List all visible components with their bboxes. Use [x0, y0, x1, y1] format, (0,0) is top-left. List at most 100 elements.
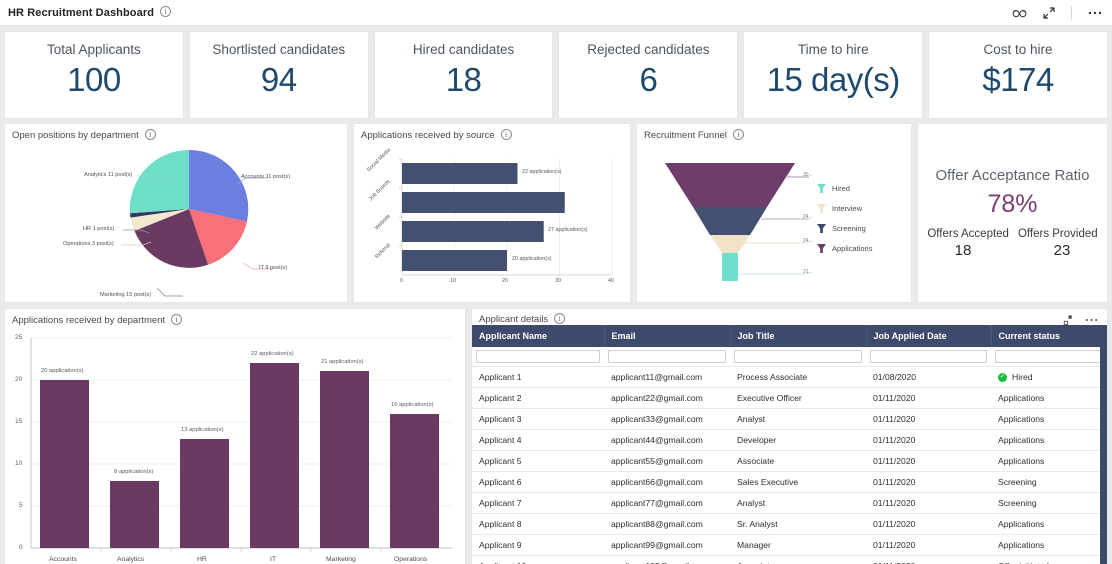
more-options-icon[interactable] [1088, 11, 1102, 15]
cell-job-title: Analyst [730, 493, 866, 514]
legend-item-interview[interactable]: Interview [817, 204, 872, 213]
funnel-tick-interview: 24... [803, 238, 813, 244]
cell-job-applied-date: 01/11/2020 [866, 388, 991, 409]
column-header-job-applied-date[interactable]: Job Applied Date [866, 325, 991, 347]
cell-job-applied-date: 01/11/2020 [866, 472, 991, 493]
panel-applicant-details: Applicant details i Applicant Name Email [471, 308, 1108, 564]
legend-item-applications[interactable]: Applications [817, 244, 872, 253]
hbar-xtick-40: 40 [608, 278, 614, 284]
info-icon[interactable]: i [554, 313, 565, 324]
cell-applicant-name: Applicant 6 [472, 472, 604, 493]
vbar-value-it: 22 application(s) [251, 351, 294, 357]
legend-item-hired[interactable]: Hired [817, 184, 872, 193]
kpi-value: 6 [639, 61, 657, 99]
cell-current-status: Offer initiated [991, 556, 1107, 564]
offer-acceptance-sublabels: Offers Accepted Offers Provided [927, 228, 1097, 240]
cell-email: applicant77@gmail.com [604, 493, 730, 514]
table-row[interactable]: Applicant 2 applicant22@gmail.com Execut… [472, 388, 1107, 409]
panel-title: Open positions by department i [5, 124, 347, 141]
kpi-card-cost-to-hire[interactable]: Cost to hire $174 [928, 31, 1108, 119]
funnel-segment-applications [665, 163, 795, 207]
info-icon[interactable]: i [501, 129, 512, 140]
hbar-social-media [402, 163, 518, 184]
cell-job-title: Process Associate [730, 367, 866, 388]
cell-current-status: Hired [1012, 372, 1033, 382]
column-header-applicant-name[interactable]: Applicant Name [472, 325, 604, 347]
table-row[interactable]: Applicant 9 applicant99@gmail.com Manage… [472, 535, 1107, 556]
cell-job-title: Associate [730, 556, 866, 564]
panel-title-text: Applications received by source [361, 130, 495, 141]
table-vertical-scrollbar[interactable] [1100, 327, 1107, 564]
pie-chart-open-positions[interactable]: Accounts 11 post(s) IT 9 post(s) Marketi… [5, 141, 347, 301]
offer-acceptance-content: Offer Acceptance Ratio 78% Offers Accept… [918, 124, 1107, 302]
cell-job-title: Developer [730, 430, 866, 451]
offer-acceptance-title: Offer Acceptance Ratio [936, 167, 1090, 184]
cell-applicant-name: Applicant 3 [472, 409, 604, 430]
table-row[interactable]: Applicant 8 applicant88@gmail.com Sr. An… [472, 514, 1107, 535]
table-row[interactable]: Applicant 5 applicant55@gmail.com Associ… [472, 451, 1107, 472]
vbar-ytick-10: 10 [15, 460, 22, 467]
kpi-card-shortlisted-candidates[interactable]: Shortlisted candidates 94 [189, 31, 369, 119]
charts-row-1: Open positions by department i [0, 123, 1112, 303]
kpi-card-total-applicants[interactable]: Total Applicants 100 [4, 31, 184, 119]
pie-label-analytics: Analytics 11 post(s) [84, 172, 132, 178]
kpi-value: 94 [261, 61, 297, 99]
cell-applicant-name: Applicant 8 [472, 514, 604, 535]
table-row[interactable]: Applicant 10 applicant105@gmail.com Asso… [472, 556, 1107, 564]
legend-item-screening[interactable]: Screening [817, 224, 872, 233]
focus-mode-icon[interactable] [1012, 8, 1027, 18]
hbar-value-social-media: 22 application(s) [522, 169, 562, 175]
panel-title-text: Applicant details [479, 314, 548, 325]
hbar-referral [402, 250, 507, 271]
filter-input-job-title[interactable] [734, 350, 862, 363]
cell-job-applied-date: 01/11/2020 [866, 514, 991, 535]
info-icon[interactable]: i [733, 129, 744, 140]
filter-input-job-applied-date[interactable] [870, 350, 987, 363]
cell-email: applicant22@gmail.com [604, 388, 730, 409]
hbar-value-website: 27 application(s) [548, 227, 588, 233]
table-row[interactable]: Applicant 4 applicant44@gmail.com Develo… [472, 430, 1107, 451]
info-icon[interactable]: i [145, 129, 156, 140]
kpi-label: Rejected candidates [587, 42, 709, 57]
offers-provided-value: 23 [1017, 242, 1107, 259]
cell-email: applicant44@gmail.com [604, 430, 730, 451]
cell-job-applied-date: 01/11/2020 [866, 409, 991, 430]
funnel-chart-recruitment[interactable]: 30... 24... 24... 21... Hired Interview [637, 141, 911, 301]
info-icon[interactable]: i [171, 314, 182, 325]
expand-icon[interactable] [1043, 7, 1055, 19]
filter-input-applicant-name[interactable] [476, 350, 600, 363]
kpi-card-rejected-candidates[interactable]: Rejected candidates 6 [558, 31, 738, 119]
kpi-card-time-to-hire[interactable]: Time to hire 15 day(s) [743, 31, 923, 119]
filter-input-email[interactable] [608, 350, 726, 363]
hbar-xtick-20: 20 [502, 278, 508, 284]
column-header-current-status[interactable]: Current status [991, 325, 1107, 347]
header-actions [1012, 6, 1102, 20]
filter-input-current-status[interactable] [995, 350, 1103, 363]
kpi-card-hired-candidates[interactable]: Hired candidates 18 [374, 31, 554, 119]
bar-chart-applications-by-source[interactable]: Social Media Job Boards Website Referral… [354, 141, 630, 301]
more-options-icon[interactable] [1085, 318, 1098, 322]
cell-email: applicant88@gmail.com [604, 514, 730, 535]
pie-label-marketing: Marketing 15 post(s) [100, 292, 151, 298]
legend-label: Applications [832, 244, 872, 253]
table-row[interactable]: Applicant 7 applicant77@gmail.com Analys… [472, 493, 1107, 514]
cell-current-status: Applications [991, 388, 1107, 409]
bar-chart-applications-by-department[interactable]: 25 20 15 10 5 0 20 application(s) 8 appl… [5, 326, 465, 564]
cell-current-status: Applications [991, 451, 1107, 472]
info-icon[interactable]: i [160, 6, 171, 17]
column-header-job-title[interactable]: Job Title [730, 325, 866, 347]
table-row[interactable]: Applicant 1 applicant11@gmail.com Proces… [472, 367, 1107, 388]
pie-leader-lines [5, 141, 373, 303]
table-row[interactable]: Applicant 6 applicant66@gmail.com Sales … [472, 472, 1107, 493]
expand-icon[interactable] [1063, 315, 1073, 325]
cell-job-title: Executive Officer [730, 388, 866, 409]
table-row[interactable]: Applicant 3 applicant33@gmail.com Analys… [472, 409, 1107, 430]
cell-applicant-name: Applicant 9 [472, 535, 604, 556]
column-header-email[interactable]: Email [604, 325, 730, 347]
kpi-label: Hired candidates [413, 42, 514, 57]
cell-job-applied-date: 01/11/2020 [866, 493, 991, 514]
hbar-xtick-10: 10 [450, 278, 456, 284]
panel-applications-by-source: Applications received by source i [353, 123, 631, 303]
bottom-row: Applications received by department i [0, 303, 1112, 564]
vbar-it [250, 363, 299, 548]
